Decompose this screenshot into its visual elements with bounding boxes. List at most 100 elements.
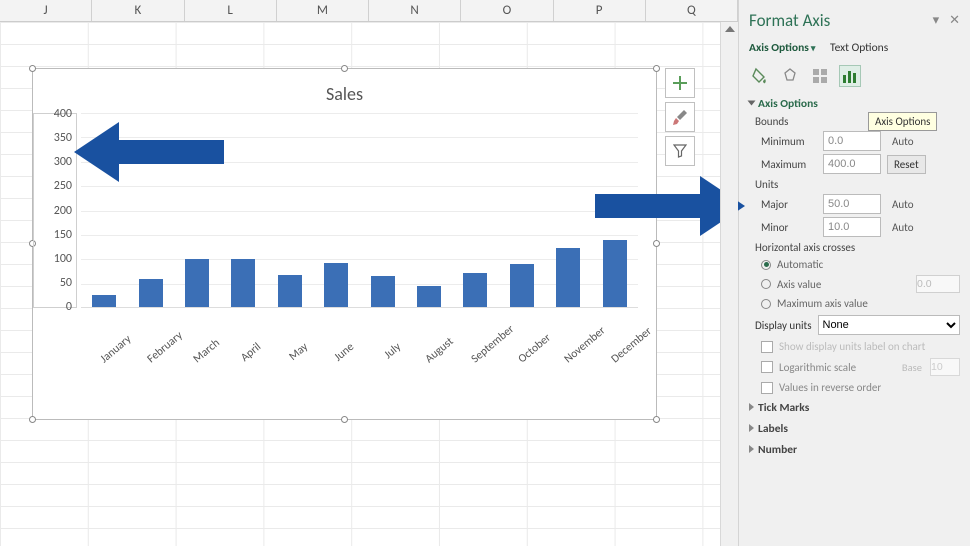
y-tick-label: 350 bbox=[54, 131, 72, 145]
annotation-arrow-left bbox=[74, 122, 224, 192]
close-icon[interactable]: ✕ bbox=[949, 13, 960, 28]
size-properties-icon[interactable] bbox=[809, 65, 831, 87]
major-input[interactable] bbox=[823, 194, 881, 214]
resize-handle[interactable] bbox=[29, 65, 36, 72]
column-header[interactable]: K bbox=[92, 0, 184, 21]
major-label: Major bbox=[761, 198, 817, 211]
section-axis-options[interactable]: Axis Options bbox=[749, 97, 960, 111]
x-axis-labels[interactable]: JanuaryFebruaryMarchAprilMayJuneJulyAugu… bbox=[81, 314, 638, 328]
x-tick-label: October bbox=[515, 340, 542, 366]
y-tick-label: 50 bbox=[60, 276, 72, 290]
effects-icon[interactable] bbox=[779, 65, 801, 87]
x-tick-label: May bbox=[283, 340, 310, 366]
x-tick-label: November bbox=[562, 340, 589, 366]
property-category-icons bbox=[749, 65, 960, 87]
pane-tabs: Axis Options▾ Text Options bbox=[749, 41, 960, 55]
y-tick-label: 200 bbox=[54, 204, 72, 218]
y-tick-label: 300 bbox=[54, 155, 72, 169]
maximum-label: Maximum bbox=[761, 158, 817, 171]
maximum-input[interactable] bbox=[823, 154, 881, 174]
section-labels[interactable]: Labels bbox=[749, 422, 960, 436]
minimum-input[interactable] bbox=[823, 131, 881, 151]
show-units-label-checkbox: Show display units label on chart bbox=[761, 340, 960, 353]
chart-styles-button[interactable] bbox=[665, 102, 695, 132]
radio-automatic[interactable]: Automatic bbox=[761, 258, 960, 271]
x-tick-label: June bbox=[330, 340, 357, 366]
hcross-label: Horizontal axis crosses bbox=[755, 241, 960, 254]
funnel-icon bbox=[673, 144, 687, 158]
chart-elements-button[interactable] bbox=[665, 68, 695, 98]
resize-handle[interactable] bbox=[29, 416, 36, 423]
x-tick-label: February bbox=[144, 340, 171, 366]
x-tick-label: July bbox=[376, 340, 403, 366]
x-tick-label: March bbox=[191, 340, 218, 366]
bar[interactable] bbox=[139, 279, 163, 307]
tab-text-options[interactable]: Text Options bbox=[830, 41, 888, 55]
y-axis[interactable]: 050100150200250300350400 bbox=[33, 113, 77, 308]
bar[interactable] bbox=[278, 275, 302, 307]
column-header[interactable]: P bbox=[554, 0, 646, 21]
resize-handle[interactable] bbox=[653, 416, 660, 423]
minor-auto-button[interactable]: Auto bbox=[887, 218, 919, 237]
spreadsheet-area[interactable]: JKLMNOPQ Sales 050100150200250300350400 … bbox=[0, 0, 738, 546]
minimum-auto-button[interactable]: Auto bbox=[887, 132, 919, 151]
bar[interactable] bbox=[603, 240, 627, 307]
bar[interactable] bbox=[371, 276, 395, 307]
format-axis-pane: Format Axis ▾ ✕ Axis Options▾ Text Optio… bbox=[738, 0, 970, 546]
bar[interactable] bbox=[324, 263, 348, 307]
minimum-label: Minimum bbox=[761, 135, 817, 148]
x-tick-label: April bbox=[237, 340, 264, 366]
x-tick-label: September bbox=[469, 340, 496, 366]
vertical-scrollbar[interactable] bbox=[720, 22, 738, 546]
x-tick-label: January bbox=[98, 340, 125, 366]
maximum-reset-button[interactable]: Reset bbox=[887, 155, 926, 174]
pane-title: Format Axis bbox=[749, 10, 830, 31]
radio-axis-value[interactable]: Axis value bbox=[761, 275, 960, 293]
x-tick-label: December bbox=[608, 340, 635, 366]
chart-filter-button[interactable] bbox=[665, 136, 695, 166]
resize-handle[interactable] bbox=[653, 65, 660, 72]
column-header[interactable]: O bbox=[461, 0, 553, 21]
tab-axis-options[interactable]: Axis Options▾ bbox=[749, 41, 815, 55]
brush-icon bbox=[672, 109, 688, 125]
bar[interactable] bbox=[510, 264, 534, 307]
units-label: Units bbox=[755, 178, 960, 191]
radio-max-axis-value[interactable]: Maximum axis value bbox=[761, 297, 960, 310]
bar[interactable] bbox=[231, 259, 255, 308]
column-header[interactable]: N bbox=[369, 0, 461, 21]
section-number[interactable]: Number bbox=[749, 443, 960, 457]
bar[interactable] bbox=[417, 286, 441, 307]
bar[interactable] bbox=[463, 273, 487, 307]
major-auto-button[interactable]: Auto bbox=[887, 195, 919, 214]
reverse-order-checkbox[interactable]: Values in reverse order bbox=[761, 381, 960, 394]
bar[interactable] bbox=[92, 295, 116, 307]
column-header[interactable]: L bbox=[185, 0, 277, 21]
display-units-select[interactable]: None bbox=[818, 315, 961, 335]
log-scale-checkbox[interactable]: Logarithmic scaleBase bbox=[761, 358, 960, 376]
chart-title[interactable]: Sales bbox=[33, 69, 656, 113]
y-tick-label: 150 bbox=[54, 228, 72, 242]
y-tick-label: 100 bbox=[54, 252, 72, 266]
bar[interactable] bbox=[556, 248, 580, 307]
column-header[interactable]: M bbox=[277, 0, 369, 21]
pane-options-dropdown-icon[interactable]: ▾ bbox=[933, 13, 940, 28]
bar[interactable] bbox=[185, 259, 209, 307]
column-header[interactable]: Q bbox=[646, 0, 738, 21]
fill-line-icon[interactable] bbox=[749, 65, 771, 87]
resize-handle[interactable] bbox=[341, 416, 348, 423]
y-tick-label: 0 bbox=[66, 300, 72, 314]
axis-options-tooltip: Axis Options bbox=[868, 112, 937, 131]
column-header[interactable]: J bbox=[0, 0, 92, 21]
section-tick-marks[interactable]: Tick Marks bbox=[749, 401, 960, 415]
resize-handle[interactable] bbox=[341, 65, 348, 72]
y-tick-label: 250 bbox=[54, 179, 72, 193]
display-units-label: Display units bbox=[755, 319, 812, 332]
column-headers: JKLMNOPQ bbox=[0, 0, 738, 22]
minor-input[interactable] bbox=[823, 217, 881, 237]
y-tick-label: 400 bbox=[54, 107, 72, 121]
axis-options-icon[interactable] bbox=[839, 65, 861, 87]
log-base-input[interactable] bbox=[930, 358, 960, 376]
plus-icon bbox=[673, 76, 687, 90]
embedded-chart[interactable]: Sales 050100150200250300350400 JanuaryFe… bbox=[32, 68, 657, 420]
axis-value-input[interactable] bbox=[916, 275, 960, 293]
